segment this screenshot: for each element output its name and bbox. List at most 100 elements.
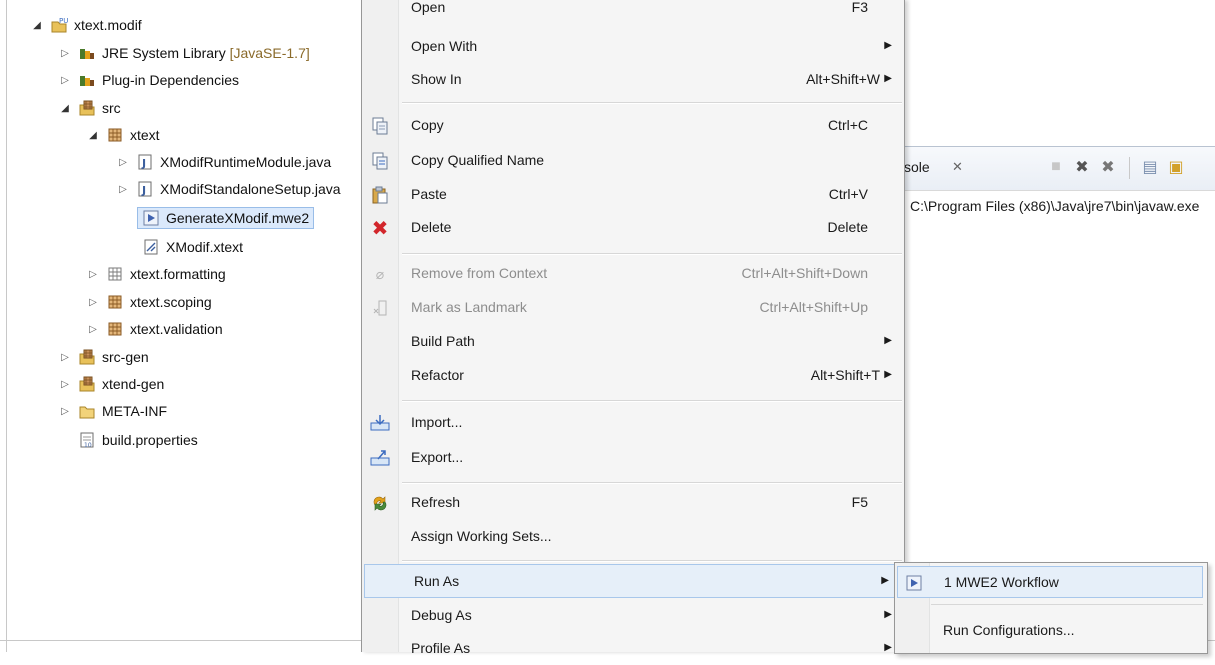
tree-item-runtime-module[interactable]: ▷ J XModifRuntimeModule.java (116, 149, 331, 175)
tree-item-standalone-setup[interactable]: ▷ J XModifStandaloneSetup.java (116, 176, 341, 202)
source-folder-icon (78, 375, 96, 393)
menu-separator (402, 482, 902, 484)
mwe2-file-icon (142, 209, 160, 227)
menu-item-label: Paste (411, 186, 447, 202)
tree-item-src-gen[interactable]: ▷ src-gen (58, 344, 149, 370)
submenu-arrow-icon: ▶ (884, 369, 892, 380)
delete-icon: ✖ (371, 217, 389, 240)
library-icon (78, 44, 96, 62)
tree-item-label: JRE System Library (102, 45, 226, 61)
menu-item-label: Show In (411, 71, 462, 87)
submenu-item-label: 1 MWE2 Workflow (944, 574, 1059, 590)
menu-item-build-path[interactable]: Build Path ▶ (362, 326, 904, 358)
collapse-arrow-icon[interactable]: ◢ (58, 101, 72, 115)
package-icon (106, 126, 124, 144)
submenu-arrow-icon: ▶ (881, 575, 889, 586)
menu-item-show-in[interactable]: Show In Alt+Shift+W ▶ (362, 64, 904, 96)
menu-item-run-as[interactable]: Run As ▶ (364, 564, 902, 598)
console-tab-bar: sole ✕ ■ ✖ ✖ ▤ ▣ (904, 146, 1215, 191)
submenu-item-run-configurations[interactable]: Run Configurations... (897, 615, 1203, 647)
menu-item-debug-as[interactable]: Debug As ▶ (362, 600, 904, 632)
menu-item-refresh[interactable]: Refresh F5 (362, 487, 904, 519)
submenu-arrow-icon: ▶ (884, 335, 892, 346)
menu-item-delete[interactable]: ✖ Delete Delete (362, 212, 904, 244)
tree-item-label: xtext.validation (130, 321, 223, 337)
tree-item-xtend-gen[interactable]: ▷ xtend-gen (58, 371, 164, 397)
remove-from-context-icon: ⌀ (375, 265, 385, 282)
menu-item-copy-qualified-name[interactable]: Copy Qualified Name (362, 145, 904, 177)
java-file-icon: J (136, 153, 154, 171)
menu-item-assign-working-sets[interactable]: Assign Working Sets... (362, 521, 904, 553)
tree-item-formatting[interactable]: ▷ xtext.formatting (86, 261, 226, 287)
source-folder-icon (78, 99, 96, 117)
tree-item-validation[interactable]: ▷ xtext.validation (86, 316, 223, 342)
menu-separator (931, 604, 1203, 605)
menu-item-open[interactable]: Open F3 (362, 0, 904, 24)
tree-item-project[interactable]: ◢ PU xtext.modif (30, 12, 142, 38)
clear-console-icon[interactable]: ▤ (1140, 157, 1160, 177)
menu-item-import[interactable]: Import... (362, 407, 904, 439)
menu-item-shortcut: F3 (851, 0, 868, 15)
expand-arrow-icon[interactable]: ▷ (58, 377, 72, 391)
tree-item-label: xtext.scoping (130, 294, 212, 310)
menu-item-remove-from-context[interactable]: ⌀ Remove from Context Ctrl+Alt+Shift+Dow… (362, 258, 904, 290)
menu-item-label: Build Path (411, 333, 475, 349)
remove-launch-icon[interactable]: ✖ (1072, 157, 1092, 177)
menu-item-shortcut: Ctrl+Alt+Shift+Up (759, 299, 868, 315)
submenu-arrow-icon: ▶ (884, 73, 892, 84)
tree-item-generate-mwe2[interactable]: GenerateXModif.mwe2 (137, 205, 315, 231)
menu-separator (402, 253, 902, 255)
expand-arrow-icon[interactable]: ▷ (86, 322, 100, 336)
tree-item-xtext-grammar[interactable]: XModif.xtext (142, 234, 243, 260)
expand-arrow-icon[interactable]: ▷ (116, 182, 130, 196)
menu-item-paste[interactable]: Paste Ctrl+V (362, 179, 904, 211)
collapse-arrow-icon[interactable]: ◢ (86, 128, 100, 142)
tree-item-label: build.properties (102, 432, 198, 448)
tree-item-label: XModifRuntimeModule.java (160, 154, 332, 170)
svg-text:10: 10 (84, 442, 92, 449)
console-process-path: C:\Program Files (x86)\Java\jre7\bin\jav… (904, 190, 1215, 223)
tree-item-jre[interactable]: ▷ JRE System Library [JavaSE-1.7] (58, 40, 310, 66)
expand-arrow-icon[interactable]: ▷ (86, 267, 100, 281)
expand-arrow-icon[interactable]: ▷ (58, 404, 72, 418)
source-folder-icon (78, 348, 96, 366)
menu-item-mark-as-landmark[interactable]: Mark as Landmark Ctrl+Alt+Shift+Up (362, 292, 904, 324)
menu-item-shortcut: Delete (827, 219, 868, 235)
tree-item-label: src-gen (102, 349, 149, 365)
tree-item-meta-inf[interactable]: ▷ META-INF (58, 398, 167, 424)
submenu-item-mwe2-workflow[interactable]: 1 MWE2 Workflow (897, 566, 1203, 598)
expand-arrow-icon[interactable]: ▷ (58, 46, 72, 60)
menu-item-copy[interactable]: Copy Ctrl+C (362, 110, 904, 142)
menu-item-label: Refresh (411, 494, 461, 510)
svg-text:J: J (141, 184, 146, 197)
tree-item-build-properties[interactable]: 10 build.properties (78, 427, 198, 453)
tree-item-label: XModifStandaloneSetup.java (160, 181, 341, 197)
collapse-arrow-icon[interactable]: ◢ (30, 18, 44, 32)
expand-arrow-icon[interactable]: ▷ (86, 295, 100, 309)
scroll-lock-icon[interactable]: ▣ (1166, 157, 1186, 177)
expand-arrow-icon[interactable]: ▷ (58, 350, 72, 364)
menu-item-export[interactable]: Export... (362, 442, 904, 474)
menu-item-profile-as[interactable]: Profile As ▶ (362, 633, 904, 665)
menu-item-shortcut: Ctrl+V (828, 186, 868, 202)
folder-icon (78, 402, 96, 420)
menu-item-label: Refactor (411, 367, 464, 383)
tree-item-scoping[interactable]: ▷ xtext.scoping (86, 289, 212, 315)
expand-arrow-icon[interactable]: ▷ (58, 73, 72, 87)
properties-file-icon: 10 (78, 431, 96, 449)
tree-item-package-xtext[interactable]: ◢ xtext (86, 122, 159, 148)
menu-item-open-with[interactable]: Open With ▶ (362, 31, 904, 63)
menu-separator (402, 400, 902, 402)
tree-item-label: src (102, 100, 121, 116)
tree-item-src[interactable]: ◢ src (58, 95, 121, 121)
toolbar-separator (1129, 157, 1130, 179)
menu-item-refactor[interactable]: Refactor Alt+Shift+T ▶ (362, 360, 904, 392)
export-icon (370, 448, 390, 468)
close-icon[interactable]: ✕ (952, 159, 963, 175)
terminate-icon[interactable]: ■ (1046, 157, 1066, 177)
copy-qualified-name-icon (370, 151, 390, 171)
console-tab-label[interactable]: sole (904, 159, 930, 175)
expand-arrow-icon[interactable]: ▷ (116, 155, 130, 169)
tree-item-plugin-deps[interactable]: ▷ Plug-in Dependencies (58, 67, 239, 93)
remove-all-terminated-icon[interactable]: ✖ (1098, 157, 1118, 177)
